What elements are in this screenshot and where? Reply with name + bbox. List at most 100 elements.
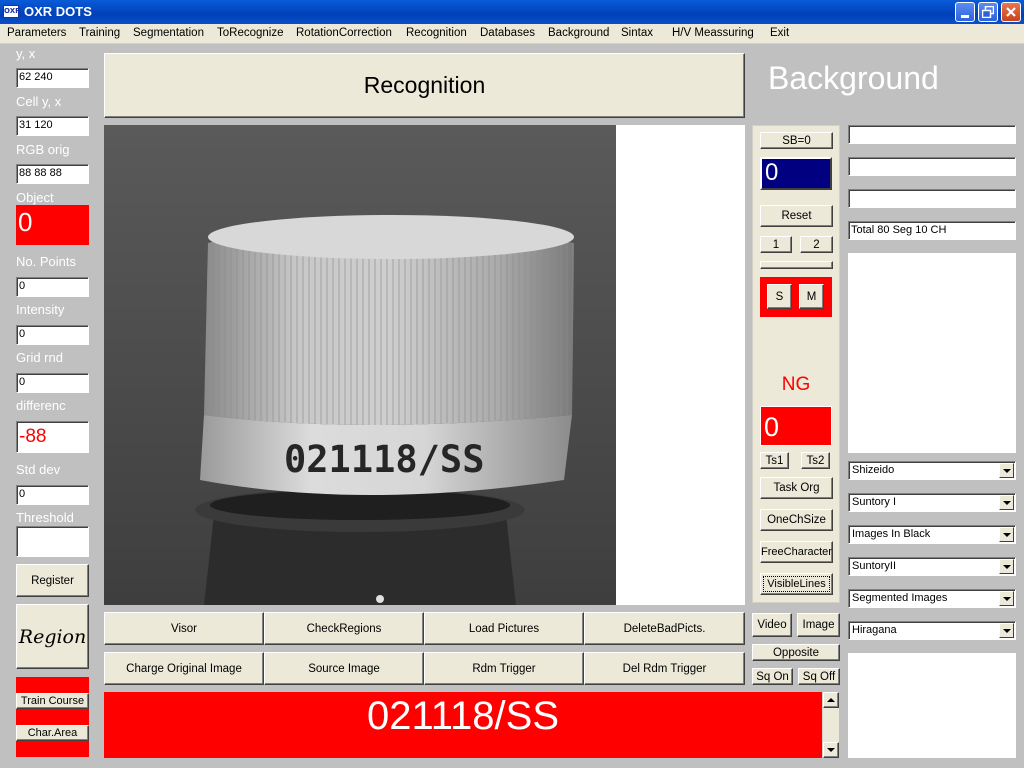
threshold-field[interactable] bbox=[16, 526, 89, 557]
diff-field[interactable]: -88 bbox=[16, 421, 89, 453]
check-regions-button[interactable]: CheckRegions bbox=[264, 612, 424, 645]
right-list-box[interactable] bbox=[848, 253, 1016, 453]
yx-field[interactable]: 62 240 bbox=[16, 68, 89, 88]
menu-background[interactable]: Background bbox=[548, 27, 609, 39]
close-icon bbox=[1006, 7, 1016, 17]
combo-images-in-black[interactable]: Images In Black bbox=[848, 525, 1016, 544]
recognition-title: Recognition bbox=[104, 53, 745, 118]
intensity-field[interactable]: 0 bbox=[16, 325, 89, 345]
m-button[interactable]: M bbox=[799, 284, 824, 309]
menu-exit[interactable]: Exit bbox=[770, 27, 789, 39]
image-white-area bbox=[616, 125, 745, 605]
bottle-cap-image: 021118/SS bbox=[104, 125, 616, 605]
char-area-button[interactable]: Char.Area bbox=[16, 725, 89, 741]
image-button[interactable]: Image bbox=[797, 613, 840, 637]
combo-shizeido[interactable]: Shizeido bbox=[848, 461, 1016, 480]
right-field-2[interactable] bbox=[848, 157, 1016, 176]
sq-off-button[interactable]: Sq Off bbox=[798, 668, 840, 685]
register-button[interactable]: Register bbox=[16, 564, 89, 597]
scroll-up-button[interactable] bbox=[823, 692, 839, 708]
result-display[interactable]: 021118/SS bbox=[104, 692, 822, 758]
menu-hv-meassuring[interactable]: H/V Meassuring bbox=[672, 27, 754, 39]
ts1-button[interactable]: Ts1 bbox=[760, 452, 789, 469]
training-red-panel bbox=[16, 677, 89, 757]
object-label: Object bbox=[16, 190, 54, 205]
chevron-up-icon bbox=[827, 698, 835, 702]
app-icon: OXR bbox=[3, 5, 21, 18]
cell-label: Cell y, x bbox=[16, 94, 62, 109]
source-image-button[interactable]: Source Image bbox=[264, 652, 424, 685]
points-label: No. Points bbox=[16, 254, 76, 269]
menu-segmentation[interactable]: Segmentation bbox=[133, 27, 204, 39]
combo-suntory-1[interactable]: Suntory I bbox=[848, 493, 1016, 512]
menu-parameters[interactable]: Parameters bbox=[7, 27, 66, 39]
combo-suntory-1-text: Suntory I bbox=[852, 496, 897, 508]
minimize-icon bbox=[961, 14, 969, 18]
train-course-button[interactable]: Train Course bbox=[16, 693, 89, 709]
menu-rotation-correction[interactable]: RotationCorrection bbox=[296, 27, 392, 39]
title-bar: OXR OXR DOTS bbox=[0, 0, 1024, 24]
combo-images-in-black-text: Images In Black bbox=[852, 528, 931, 540]
close-button[interactable] bbox=[1001, 2, 1021, 22]
combo-segmented-images-arrow[interactable] bbox=[999, 591, 1014, 606]
combo-shizeido-arrow[interactable] bbox=[999, 463, 1014, 478]
menu-recognition[interactable]: Recognition bbox=[406, 27, 467, 39]
scroll-down-button[interactable] bbox=[823, 742, 839, 758]
combo-images-in-black-arrow[interactable] bbox=[999, 527, 1014, 542]
combo-hiragana-arrow[interactable] bbox=[999, 623, 1014, 638]
video-button[interactable]: Video bbox=[752, 613, 792, 637]
camera-image[interactable]: 021118/SS bbox=[104, 125, 616, 605]
sq-on-button[interactable]: Sq On bbox=[752, 668, 793, 685]
controls-panel bbox=[752, 125, 840, 603]
menu-torecognize[interactable]: ToRecognize bbox=[217, 27, 283, 39]
rgb-label: RGB orig bbox=[16, 142, 70, 157]
sb-display: 0 bbox=[760, 157, 832, 190]
del-rdm-trigger-button[interactable]: Del Rdm Trigger bbox=[584, 652, 745, 685]
diff-label: differenc bbox=[16, 398, 66, 413]
cell-field[interactable]: 31 120 bbox=[16, 116, 89, 136]
s-button[interactable]: S bbox=[767, 284, 792, 309]
right-bottom-box[interactable] bbox=[848, 653, 1016, 758]
slider-bar[interactable] bbox=[760, 261, 833, 269]
info-field[interactable]: Total 80 Seg 10 CH bbox=[848, 221, 1016, 240]
combo-segmented-images[interactable]: Segmented Images bbox=[848, 589, 1016, 608]
std-field[interactable]: 0 bbox=[16, 485, 89, 505]
charge-original-image-button[interactable]: Charge Original Image bbox=[104, 652, 264, 685]
grid-field[interactable]: 0 bbox=[16, 373, 89, 393]
chevron-down-icon bbox=[827, 748, 835, 752]
button-1[interactable]: 1 bbox=[760, 236, 792, 253]
combo-suntory-2[interactable]: SuntoryII bbox=[848, 557, 1016, 576]
points-field[interactable]: 0 bbox=[16, 277, 89, 297]
right-field-1[interactable] bbox=[848, 125, 1016, 144]
right-field-3[interactable] bbox=[848, 189, 1016, 208]
visor-button[interactable]: Visor bbox=[104, 612, 264, 645]
ts2-button[interactable]: Ts2 bbox=[801, 452, 830, 469]
menu-training[interactable]: Training bbox=[79, 27, 120, 39]
chevron-down-icon bbox=[1002, 628, 1011, 633]
ng-status-text: NG bbox=[781, 374, 811, 395]
minimize-button[interactable] bbox=[955, 2, 975, 22]
opposite-button[interactable]: Opposite bbox=[752, 644, 840, 661]
reset-button[interactable]: Reset bbox=[760, 205, 833, 227]
combo-hiragana[interactable]: Hiragana bbox=[848, 621, 1016, 640]
sb-button[interactable]: SB=0 bbox=[760, 132, 833, 149]
menu-databases[interactable]: Databases bbox=[480, 27, 535, 39]
combo-suntory-2-arrow[interactable] bbox=[999, 559, 1014, 574]
rgb-field[interactable]: 88 88 88 bbox=[16, 164, 89, 184]
result-scrollbar[interactable] bbox=[822, 692, 839, 758]
button-2[interactable]: 2 bbox=[800, 236, 833, 253]
restore-button[interactable] bbox=[978, 2, 998, 22]
region-button[interactable]: Region bbox=[16, 604, 89, 669]
object-display: 0 bbox=[16, 205, 89, 245]
one-ch-size-button[interactable]: OneChSize bbox=[760, 509, 833, 531]
task-org-button[interactable]: Task Org bbox=[760, 477, 833, 499]
rdm-trigger-button[interactable]: Rdm Trigger bbox=[424, 652, 584, 685]
free-character-button[interactable]: FreeCharacter bbox=[760, 541, 833, 563]
visible-lines-button[interactable]: VisibleLines bbox=[760, 573, 833, 595]
combo-suntory-2-text: SuntoryII bbox=[852, 560, 897, 572]
chevron-down-icon bbox=[1002, 532, 1011, 537]
load-pictures-button[interactable]: Load Pictures bbox=[424, 612, 584, 645]
delete-bad-picts-button[interactable]: DeleteBadPicts. bbox=[584, 612, 745, 645]
menu-sintax[interactable]: Sintax bbox=[621, 27, 653, 39]
combo-suntory-1-arrow[interactable] bbox=[999, 495, 1014, 510]
